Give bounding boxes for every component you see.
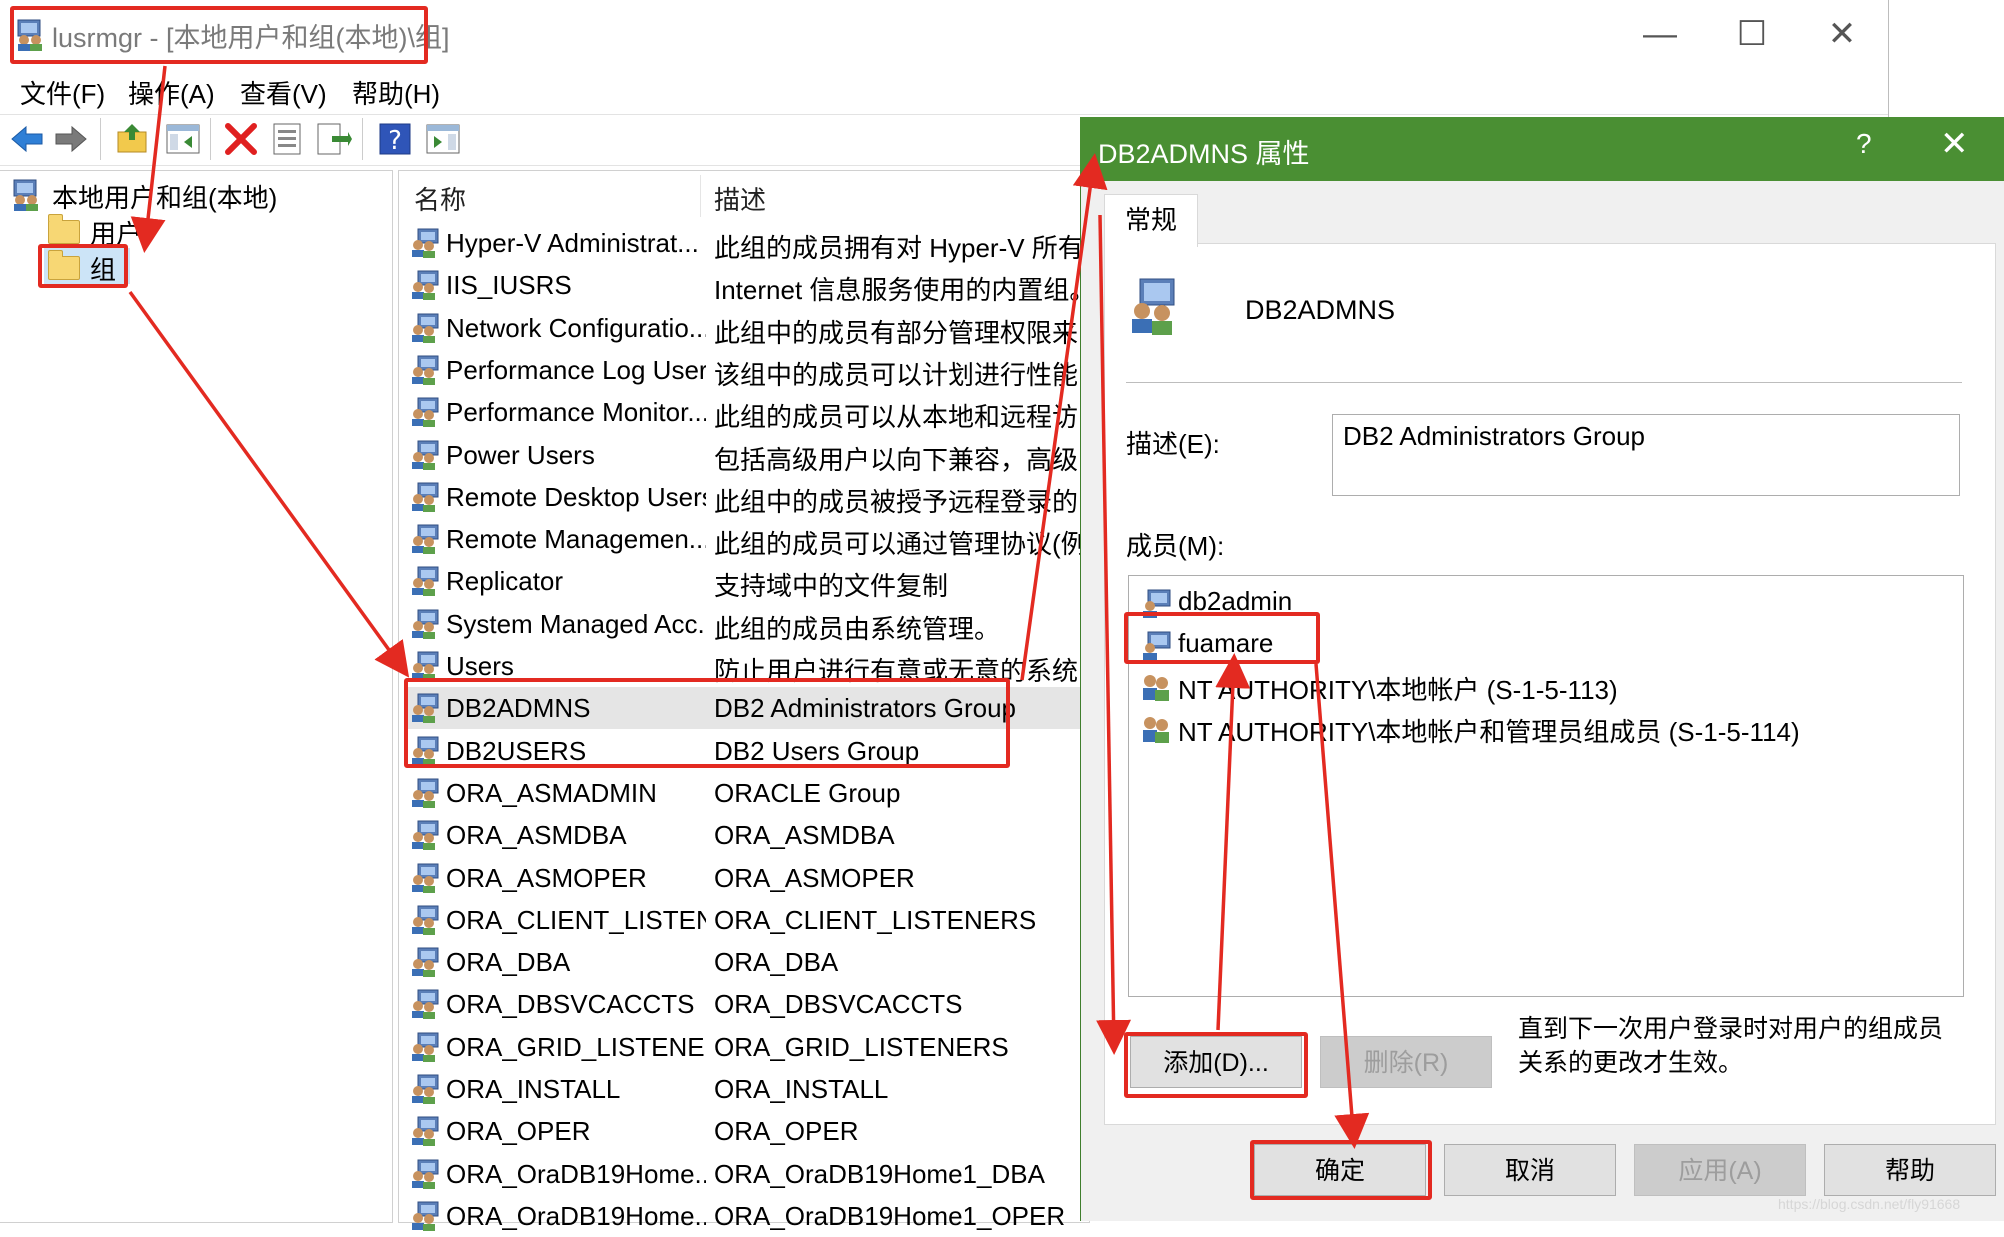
arrow-fuamare-to-ok bbox=[1314, 663, 1370, 1149]
arrow-add-to-fuamare bbox=[1215, 653, 1251, 1031]
arrow-title-to-groups bbox=[130, 65, 167, 253]
annotation-arrows bbox=[128, 65, 1370, 1149]
arrow-list-to-dialog bbox=[1020, 153, 1108, 681]
arrow-groups-to-list bbox=[128, 290, 410, 678]
watermark: https://blog.csdn.net/fly91668 bbox=[1778, 1196, 1961, 1212]
arrow-dialog-to-add bbox=[1096, 214, 1132, 1055]
